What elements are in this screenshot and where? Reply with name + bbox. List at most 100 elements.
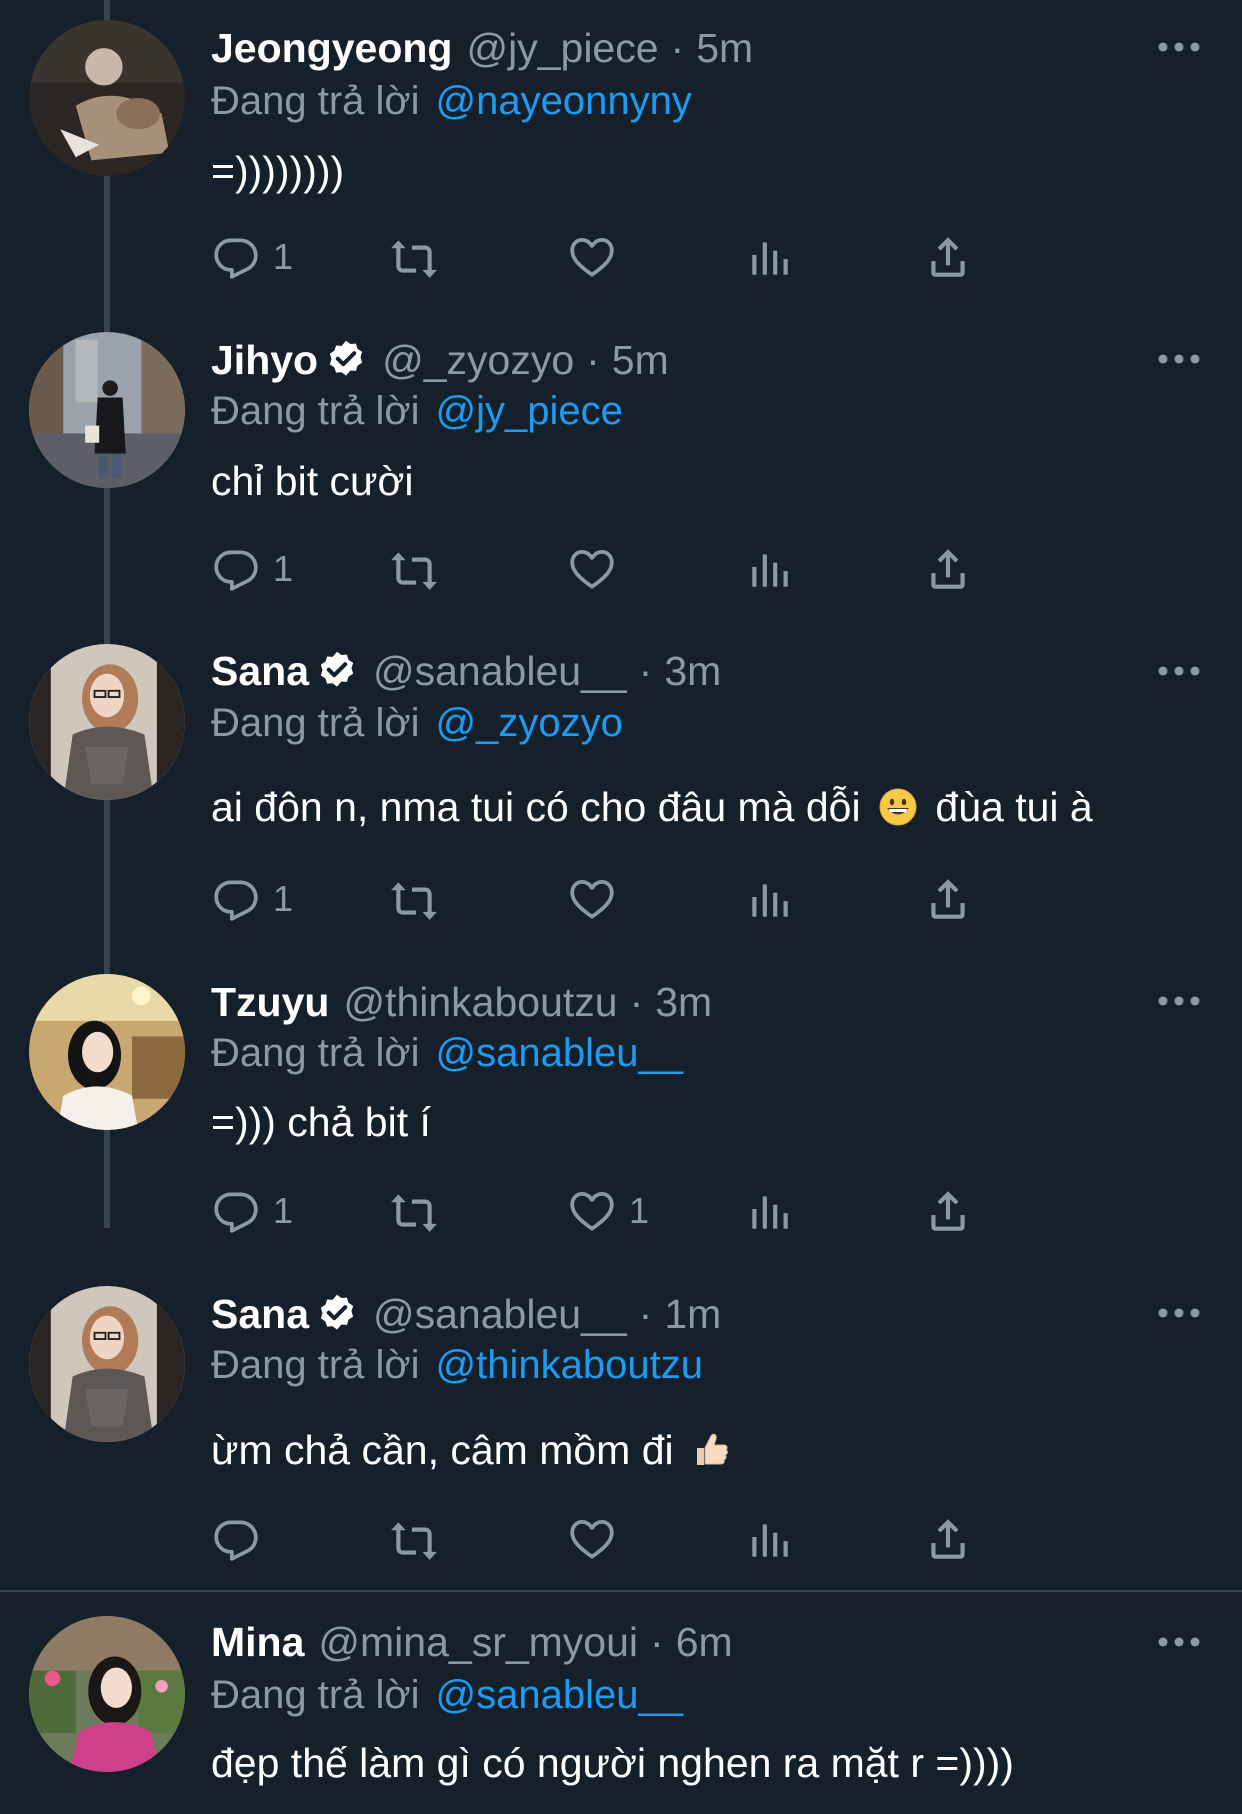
share-button[interactable] bbox=[923, 542, 973, 596]
author-name[interactable]: Mina bbox=[211, 1616, 304, 1668]
more-options-icon[interactable] bbox=[1156, 32, 1202, 62]
author-name[interactable]: Sana bbox=[211, 645, 309, 697]
replying-to-label: Đang trả lời bbox=[211, 1673, 420, 1717]
like-button[interactable] bbox=[567, 872, 629, 926]
tweet-text-part: đùa tui à bbox=[935, 784, 1093, 830]
avatar[interactable] bbox=[29, 1286, 185, 1442]
heart-icon bbox=[567, 1514, 617, 1564]
author-handle[interactable]: @mina_sr_myoui bbox=[318, 1616, 638, 1668]
retweet-button[interactable] bbox=[389, 542, 439, 596]
reply-button[interactable]: 1 bbox=[211, 230, 293, 284]
verified-badge-icon bbox=[315, 1292, 359, 1336]
replying-to-mention[interactable]: @thinkaboutzu bbox=[436, 1343, 703, 1387]
replying-to-line: Đang trả lời @sanableu__ bbox=[211, 1028, 683, 1078]
avatar[interactable] bbox=[29, 332, 185, 488]
replying-to-line: Đang trả lời @nayeonnyny bbox=[211, 76, 692, 126]
replying-to-line: Đang trả lời @thinkaboutzu bbox=[211, 1340, 703, 1390]
reply-icon bbox=[211, 544, 261, 594]
replying-to-line: Đang trả lời @jy_piece bbox=[211, 386, 623, 436]
heart-icon bbox=[567, 874, 617, 924]
avatar-photo bbox=[29, 20, 185, 176]
view-analytics-button[interactable] bbox=[745, 1512, 795, 1566]
view-analytics-button[interactable] bbox=[745, 542, 795, 596]
share-icon bbox=[923, 1186, 973, 1236]
replying-to-mention[interactable]: @jy_piece bbox=[436, 389, 623, 433]
avatar-photo bbox=[29, 974, 185, 1130]
author-name[interactable]: Jihyo bbox=[211, 334, 318, 386]
timestamp[interactable]: 5m bbox=[612, 334, 669, 386]
separator-dot: · bbox=[650, 1619, 664, 1665]
more-options-icon[interactable] bbox=[1156, 986, 1202, 1016]
tweet-text: =))) chả bit í bbox=[211, 1099, 431, 1145]
timestamp[interactable]: 3m bbox=[664, 645, 721, 697]
timestamp[interactable]: 6m bbox=[676, 1616, 733, 1668]
tweet-text: đẹp thế làm gì có người nghen ra mặt r =… bbox=[211, 1740, 1014, 1786]
more-options-icon[interactable] bbox=[1156, 344, 1202, 374]
like-button[interactable]: 1 bbox=[567, 1184, 649, 1238]
retweet-button[interactable] bbox=[389, 1184, 439, 1238]
retweet-icon bbox=[389, 232, 439, 282]
reply-icon bbox=[211, 1186, 261, 1236]
separator-dot: · bbox=[638, 648, 653, 694]
thumbs-up-emoji-icon bbox=[691, 1430, 731, 1470]
analytics-icon bbox=[745, 1186, 795, 1236]
avatar[interactable] bbox=[29, 644, 185, 800]
replying-to-mention[interactable]: @_zyozyo bbox=[436, 701, 623, 745]
author-name[interactable]: Jeongyeong bbox=[211, 22, 452, 74]
author-handle[interactable]: @_zyozyo bbox=[382, 334, 574, 386]
separator-dot: · bbox=[638, 1291, 653, 1337]
retweet-button[interactable] bbox=[389, 872, 439, 926]
more-options-icon[interactable] bbox=[1156, 1298, 1202, 1328]
replying-to-mention[interactable]: @sanableu__ bbox=[436, 1031, 683, 1075]
view-analytics-button[interactable] bbox=[745, 872, 795, 926]
author-handle[interactable]: @jy_piece bbox=[466, 22, 658, 74]
reply-button[interactable]: 1 bbox=[211, 872, 293, 926]
retweet-icon bbox=[389, 1186, 439, 1236]
tweet-text-part: ai đôn n, nma tui có cho đâu mà dỗi bbox=[211, 784, 861, 830]
tweet-text: ừm chả cần, câm mồm đi bbox=[211, 1424, 737, 1476]
like-button[interactable] bbox=[567, 542, 629, 596]
share-button[interactable] bbox=[923, 1184, 973, 1238]
heart-icon bbox=[567, 232, 617, 282]
retweet-button[interactable] bbox=[389, 230, 439, 284]
share-button[interactable] bbox=[923, 872, 973, 926]
author-handle[interactable]: @thinkaboutzu bbox=[343, 976, 617, 1028]
view-analytics-button[interactable] bbox=[745, 230, 795, 284]
verified-badge-icon bbox=[315, 649, 359, 693]
timestamp[interactable]: 3m bbox=[655, 976, 712, 1028]
author-handle[interactable]: @sanableu__ bbox=[373, 645, 627, 697]
reply-button[interactable]: 1 bbox=[211, 1184, 293, 1238]
avatar-photo bbox=[29, 332, 185, 488]
action-bar: 1 bbox=[211, 542, 1111, 596]
share-button[interactable] bbox=[923, 230, 973, 284]
share-button[interactable] bbox=[923, 1512, 973, 1566]
replying-to-label: Đang trả lời bbox=[211, 389, 420, 433]
avatar[interactable] bbox=[29, 974, 185, 1130]
analytics-icon bbox=[745, 874, 795, 924]
view-analytics-button[interactable] bbox=[745, 1184, 795, 1238]
share-icon bbox=[923, 1514, 973, 1564]
author-handle[interactable]: @sanableu__ bbox=[373, 1288, 627, 1340]
replying-to-mention[interactable]: @sanableu__ bbox=[436, 1673, 683, 1717]
reply-button[interactable] bbox=[211, 1512, 273, 1566]
action-bar bbox=[211, 1512, 1111, 1566]
like-button[interactable] bbox=[567, 1512, 629, 1566]
reply-button[interactable]: 1 bbox=[211, 542, 293, 596]
like-button[interactable] bbox=[567, 230, 629, 284]
like-count: 1 bbox=[629, 1190, 650, 1231]
avatar[interactable] bbox=[29, 1616, 185, 1772]
analytics-icon bbox=[745, 1514, 795, 1564]
avatar[interactable] bbox=[29, 20, 185, 176]
replying-to-label: Đang trả lời bbox=[211, 1031, 420, 1075]
replying-to-mention[interactable]: @nayeonnyny bbox=[436, 79, 692, 123]
timestamp[interactable]: 1m bbox=[664, 1288, 721, 1340]
more-options-icon[interactable] bbox=[1156, 656, 1202, 686]
action-bar: 1 1 bbox=[211, 1184, 1111, 1238]
retweet-button[interactable] bbox=[389, 1512, 439, 1566]
reply-count: 1 bbox=[273, 236, 294, 277]
reply-icon bbox=[211, 1514, 261, 1564]
author-name[interactable]: Tzuyu bbox=[211, 976, 329, 1028]
author-name[interactable]: Sana bbox=[211, 1288, 309, 1340]
timestamp[interactable]: 5m bbox=[696, 22, 753, 74]
more-options-icon[interactable] bbox=[1156, 1627, 1202, 1657]
